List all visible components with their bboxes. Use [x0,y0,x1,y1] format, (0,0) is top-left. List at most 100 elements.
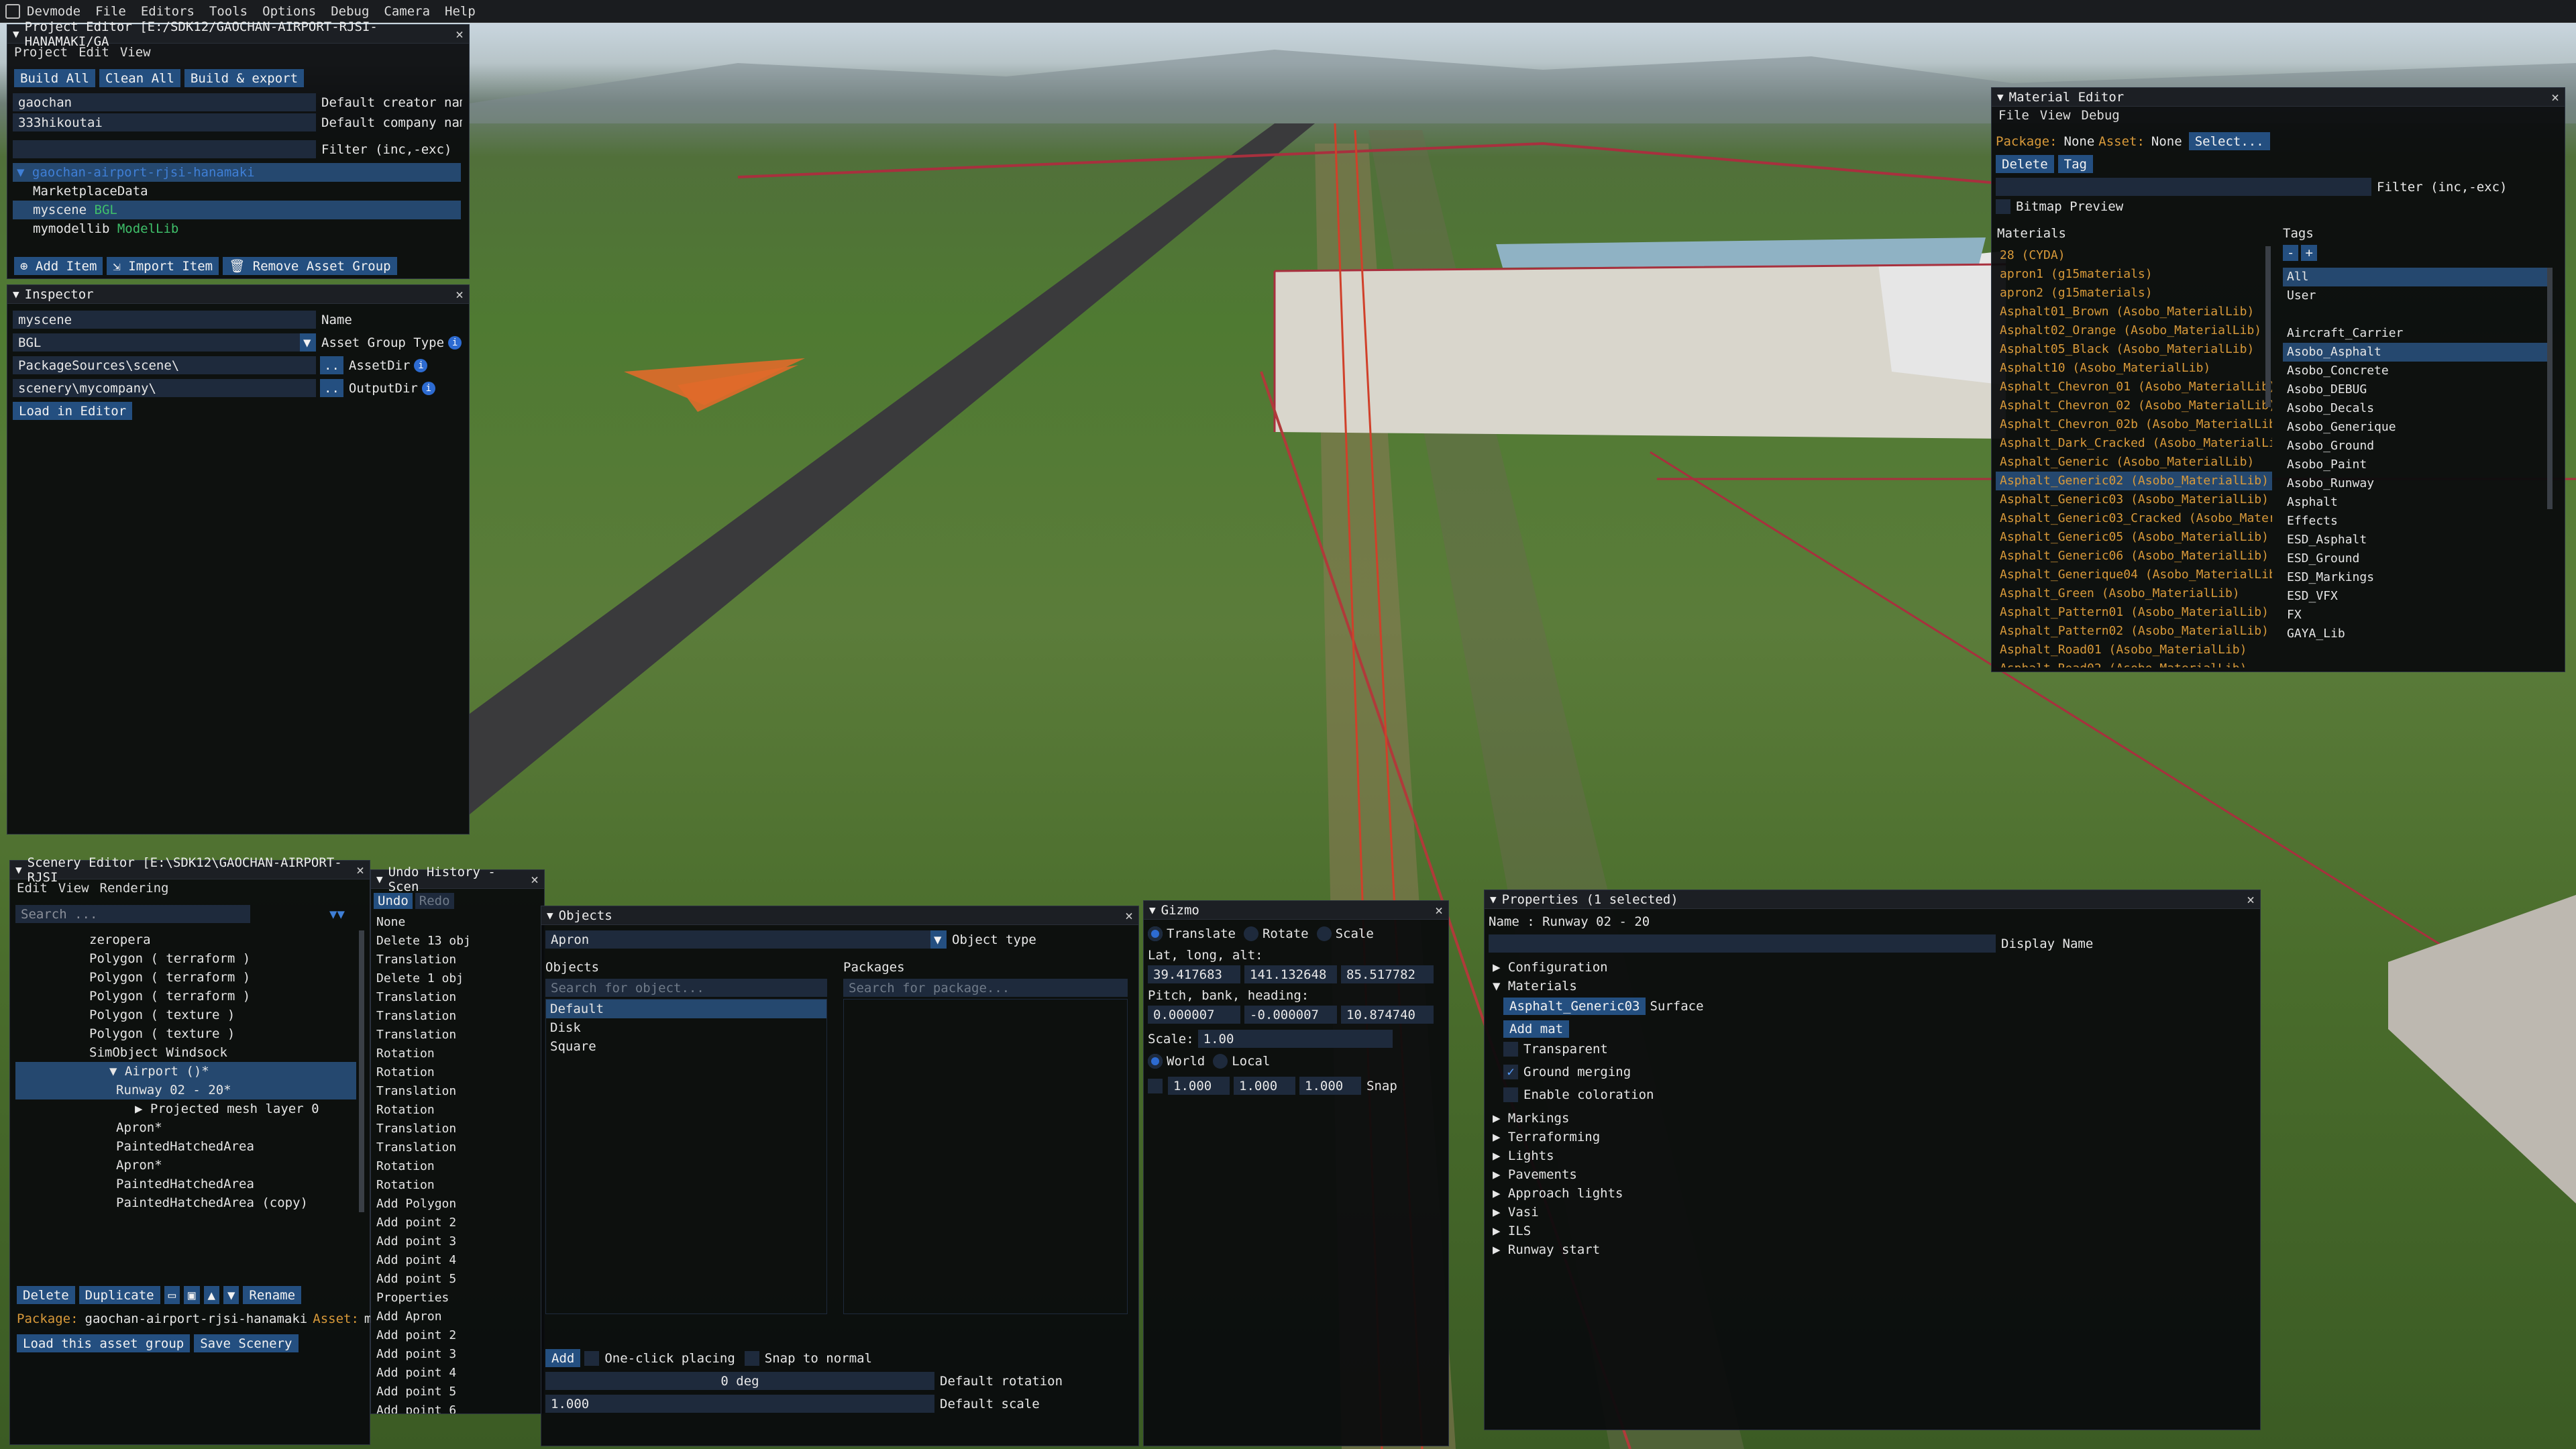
material-list-item[interactable]: Asphalt_Chevron_02 (Asobo_MaterialLib) [1996,396,2272,415]
delete-button[interactable]: Delete [1996,155,2054,173]
tag-list-item[interactable]: All [2283,268,2551,286]
material-list-item[interactable]: Asphalt_Generic06 (Asobo_MaterialLib) [1996,547,2272,566]
material-list-item[interactable]: apron1 (g15materials) [1996,265,2272,284]
material-list-item[interactable]: Asphalt_Generic03 (Asobo_MaterialLib) [1996,490,2272,509]
filter-input[interactable] [13,140,316,158]
scenery-list-item[interactable]: Apron* [15,1118,356,1137]
bitmap-preview-checkbox[interactable] [1996,199,2010,214]
material-list-item[interactable]: Asphalt10 (Asobo_MaterialLib) [1996,359,2272,378]
collapse-icon[interactable]: ▼ [1149,904,1156,916]
undo-history-item[interactable]: None [372,913,539,932]
snap-y-field[interactable]: 1.000 [1234,1077,1295,1095]
tag-list-item[interactable]: Asobo_Decals [2283,399,2551,418]
object-item[interactable]: Default [546,1000,826,1018]
material-list-item[interactable]: Asphalt01_Brown (Asobo_MaterialLib) [1996,303,2272,321]
material-editor-titlebar[interactable]: ▼ Material Editor × [1992,88,2565,107]
tag-list-item[interactable]: User [2283,286,2551,305]
undo-history-item[interactable]: Rotation [372,1176,539,1195]
properties-section[interactable]: ▶ Vasi [1489,1203,1757,1222]
snap-x-field[interactable]: 1.000 [1168,1077,1230,1095]
material-list-item[interactable]: Asphalt02_Orange (Asobo_MaterialLib) [1996,321,2272,340]
redo-button[interactable]: Redo [415,893,454,909]
undo-button[interactable]: Undo [374,893,413,909]
tag-list-item[interactable]: Asobo_Paint [2283,455,2551,474]
properties-section[interactable]: ▶ ILS [1489,1222,1757,1240]
material-list-item[interactable]: Asphalt_Pattern02 (Asobo_MaterialLib) [1996,622,2272,641]
move-up-icon[interactable]: ▲ [203,1286,219,1304]
tree-item-myscene[interactable]: myscene BGL [13,201,461,219]
collapse-icon[interactable]: ▼ [13,28,19,40]
menu-edit[interactable]: Edit [78,45,109,60]
materials-scrollbar[interactable] [2265,246,2271,407]
tag-list-item[interactable]: Asobo_Generique [2283,418,2551,437]
tag-list-item[interactable]: Asobo_Runway [2283,474,2551,493]
snap-checkbox[interactable] [1148,1078,1163,1093]
info-icon[interactable]: i [421,381,435,395]
package-search-input[interactable]: Search for package... [843,979,1128,997]
tag-list-item[interactable]: ESD_Markings [2283,568,2551,587]
scenery-list-item[interactable]: Polygon ( terraform ) [15,949,356,968]
info-icon[interactable]: i [414,358,428,372]
dropdown-arrow-icon[interactable]: ▼ [300,333,316,352]
menu-view[interactable]: View [2040,108,2071,123]
properties-section[interactable]: ▶ Runway start [1489,1240,1757,1259]
menu-project[interactable]: Project [14,45,68,60]
dropdown-arrow-icon[interactable]: ▼ [930,930,947,949]
scenery-list-item[interactable]: PaintedHatchedArea [15,1137,356,1156]
scale-radio[interactable] [1316,926,1332,941]
ground-merging-checkbox[interactable]: ✓ [1503,1065,1518,1079]
company-name-field[interactable]: 333hikoutai [13,113,316,131]
undo-history-item[interactable]: Add point 6 [372,1401,539,1413]
undo-history-item[interactable]: Add point 3 [372,1232,539,1251]
object-item[interactable]: Square [546,1037,826,1056]
material-list-item[interactable]: apron2 (g15materials) [1996,284,2272,303]
gizmo-titlebar[interactable]: ▼ Gizmo × [1144,901,1448,920]
tag-list-item[interactable] [2283,305,2551,324]
clean-all-button[interactable]: Clean All [99,69,180,87]
undo-history-item[interactable]: Add point 4 [372,1364,539,1383]
scenery-search-input[interactable]: Search ... [15,905,250,923]
undo-history-item[interactable]: Add point 5 [372,1383,539,1401]
undo-history-item[interactable]: Add Polygon [372,1195,539,1214]
build-all-button[interactable]: Build All [14,69,95,87]
undo-history-item[interactable]: Rotation [372,1157,539,1176]
properties-section[interactable]: ▶ Markings [1489,1109,1757,1128]
material-list-item[interactable]: 28 (CYDA) [1996,246,2272,265]
menu-options[interactable]: Options [262,4,316,19]
menu-devmode[interactable]: Devmode [27,4,80,19]
tag-list-item[interactable]: ESD_Asphalt [2283,531,2551,549]
object-search-input[interactable]: Search for object... [545,979,827,997]
undo-history-item[interactable]: Rotation [372,1044,539,1063]
undo-history-titlebar[interactable]: ▼ Undo History - Scen × [371,865,544,894]
longitude-field[interactable]: 141.132648 [1244,965,1337,983]
undo-history-item[interactable]: Rotation [372,1101,539,1120]
scenery-list-item[interactable]: Polygon ( texture ) [15,1024,356,1043]
tag-list-item[interactable]: ESD_Ground [2283,549,2551,568]
menu-file[interactable]: File [95,4,126,19]
close-icon[interactable]: × [356,862,364,878]
collapse-icon[interactable]: ▼ [15,863,22,876]
material-list-item[interactable]: Asphalt_Dark_Cracked (Asobo_MaterialLib) [1996,434,2272,453]
scenery-editor-titlebar[interactable]: ▼ Scenery Editor [E:\SDK12\GAOCHAN-AIRPO… [10,855,370,885]
material-list-item[interactable]: Asphalt_Generic03_Cracked (Asobo_Materia… [1996,509,2272,528]
properties-section[interactable]: ▶ Pavements [1489,1165,1757,1184]
scenery-scrollbar[interactable] [359,930,364,1212]
tag-list-item[interactable]: Asobo_Ground [2283,437,2551,455]
collapse-icon[interactable]: ▼ [1490,893,1497,906]
add-mat-button[interactable]: Add mat [1503,1020,1570,1038]
undo-history-item[interactable]: Translation [372,1007,539,1026]
undo-history-item[interactable]: Translation [372,988,539,1007]
close-icon[interactable]: × [1125,908,1133,924]
altitude-field[interactable]: 85.517782 [1341,965,1434,983]
display-name-field[interactable] [1489,934,1996,953]
asset-group-type-select[interactable]: BGL [13,333,300,352]
configuration-section[interactable]: Configuration [1508,960,1608,975]
scenery-list-item[interactable]: Apron* [15,1156,356,1175]
tag-list-item[interactable]: Asobo_Concrete [2283,362,2551,380]
asset-dir-browse-button[interactable]: .. [320,356,343,374]
menu-file[interactable]: File [1998,108,2029,123]
undo-history-item[interactable]: Translation [372,1120,539,1138]
scenery-list-item[interactable]: Polygon ( texture ) [15,1006,356,1024]
menu-debug[interactable]: Debug [331,4,369,19]
filter-icon[interactable]: ▼▼ [329,907,345,922]
